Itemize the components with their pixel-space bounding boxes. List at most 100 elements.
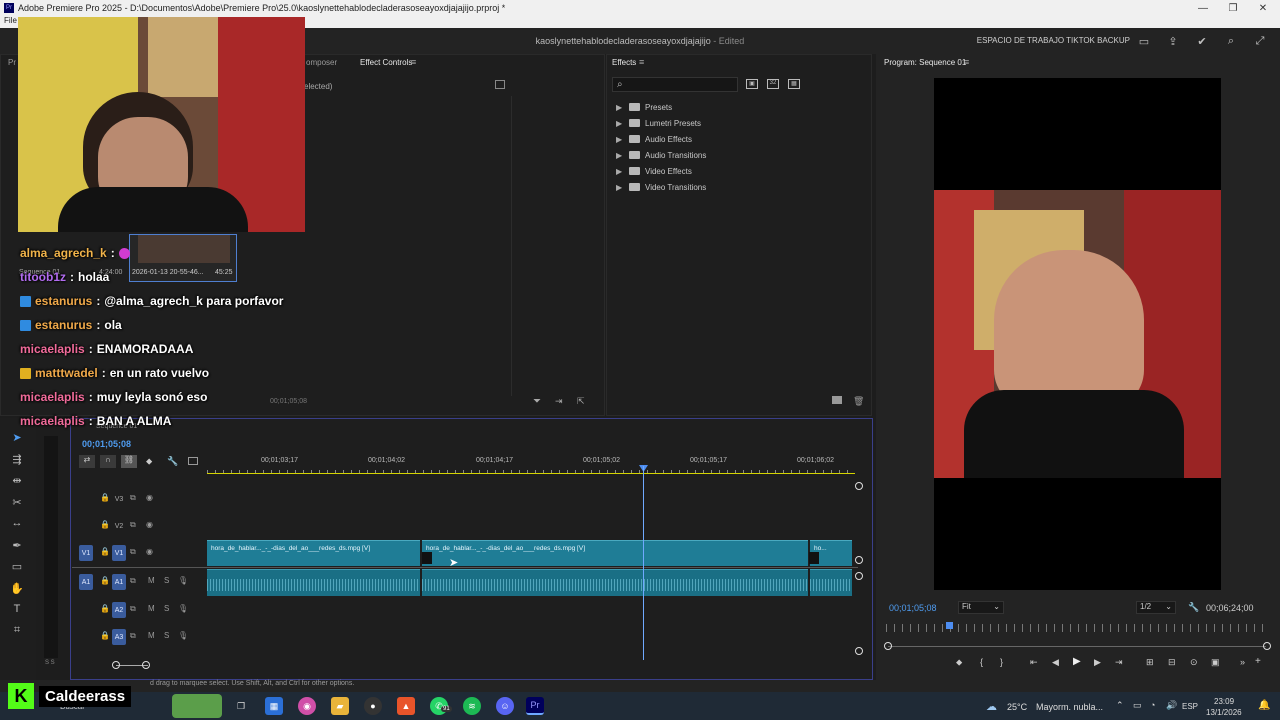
effects-folder-audio-effects[interactable]: ▶ Audio Effects (616, 132, 692, 146)
step-back-icon[interactable]: ◀ (1052, 657, 1059, 668)
project-item-thumbnail[interactable]: 2026-01-13 20-55-46... 45:25 (129, 234, 237, 282)
effects-folder-lumetri[interactable]: ▶ Lumetri Presets (616, 116, 701, 130)
scroll-handle[interactable] (855, 482, 863, 490)
track-label-a3[interactable]: A3 (112, 629, 126, 645)
weather-icon[interactable]: ☁ (986, 700, 997, 713)
spotify-icon[interactable]: ≋ (463, 697, 481, 715)
tab-effect-controls[interactable]: Effect Controls (360, 58, 412, 67)
timeline-settings-icon[interactable]: 🔧 (167, 456, 178, 467)
premiere-taskbar-icon[interactable]: Pr (526, 697, 544, 715)
task-view-icon[interactable]: ❐ (232, 697, 250, 715)
export-frame-icon[interactable]: ⊙ (1190, 657, 1198, 668)
share-icon[interactable]: ⇪ (1166, 34, 1180, 48)
new-bin-icon[interactable] (832, 396, 842, 404)
tab-effects[interactable]: Effects (612, 58, 636, 67)
comparison-view-icon[interactable]: ▣ (1211, 657, 1220, 668)
video-clip[interactable]: hora_de_hablar..._-_-dias_del_ao___redes… (422, 540, 808, 566)
accelerated-effects-icon[interactable]: ▣ (746, 79, 758, 89)
track-label-v2[interactable]: V2 (112, 518, 126, 534)
caption-tool-icon[interactable]: ⌗ (10, 623, 24, 637)
effect-controls-menu-icon[interactable]: ≡ (411, 57, 416, 67)
zoom-level-select[interactable]: Fit ⌄ (958, 601, 1004, 614)
fullscreen-icon[interactable]: ⤢ (1253, 34, 1267, 48)
weather-temp[interactable]: 25°C (1007, 702, 1027, 712)
hand-tool-icon[interactable]: ✋ (10, 581, 24, 595)
sync-lock-icon[interactable]: ⧉ (130, 631, 136, 641)
network-icon[interactable]: ▭ (1133, 700, 1142, 711)
captions-icon[interactable] (188, 457, 198, 465)
eye-icon[interactable]: ◉ (146, 520, 153, 529)
eye-icon[interactable]: ◉ (146, 493, 153, 502)
zoom-handle-left[interactable] (884, 642, 892, 650)
effects-folder-audio-transitions[interactable]: ▶ Audio Transitions (616, 148, 706, 162)
settings-wrench-icon[interactable]: 🔧 (1188, 602, 1199, 613)
language-indicator[interactable]: ESP (1182, 702, 1198, 711)
zoom-handle-left[interactable] (112, 661, 120, 669)
effects-search-input[interactable]: ⌕ (612, 77, 738, 92)
add-button-icon[interactable]: + (1255, 656, 1261, 667)
close-icon[interactable]: ✕ (1248, 0, 1278, 16)
clock-time[interactable]: 23:09 (1214, 697, 1234, 706)
program-timecode[interactable]: 00;01;05;08 (889, 603, 937, 613)
lock-icon[interactable]: 🔒 (100, 547, 110, 556)
solo-icon[interactable]: S (164, 631, 169, 640)
file-explorer-icon[interactable]: ▰ (331, 697, 349, 715)
tab-program[interactable]: Program: Sequence 01 (884, 58, 966, 67)
tab-composer[interactable]: omposer (306, 58, 337, 67)
nest-toggle-icon[interactable]: ⇄ (79, 455, 95, 468)
effects-menu-icon[interactable]: ≡ (639, 57, 644, 67)
sync-lock-icon[interactable]: ⧉ (130, 493, 136, 503)
go-to-in-icon[interactable]: ⇤ (1030, 657, 1038, 668)
discord-icon[interactable]: ☺ (496, 697, 514, 715)
ripple-icon[interactable]: ⇥ (555, 396, 563, 407)
eye-icon[interactable]: ◉ (146, 547, 153, 556)
source-patch-a1[interactable]: A1 (79, 574, 93, 590)
brave-icon[interactable]: ▲ (397, 697, 415, 715)
effects-folder-presets[interactable]: ▶ Presets (616, 100, 672, 114)
export-frame-icon[interactable]: ⇱ (577, 396, 585, 407)
search-icon[interactable]: ⌕ (1224, 34, 1238, 48)
quick-export-icon[interactable]: ✔ (1195, 34, 1209, 48)
track-label-a2[interactable]: A2 (112, 602, 126, 618)
lock-icon[interactable]: 🔒 (100, 604, 110, 613)
timeline-playhead[interactable] (643, 466, 644, 660)
tab-project[interactable]: Pr (8, 58, 16, 67)
zoom-handle-right[interactable] (1263, 642, 1271, 650)
lock-icon[interactable]: 🔒 (100, 576, 110, 585)
solo-icon[interactable]: S (164, 576, 169, 585)
more-controls-icon[interactable]: » (1240, 657, 1245, 667)
delete-icon[interactable]: 🗑 (853, 396, 864, 407)
selection-tool-icon[interactable]: ➤ (10, 430, 24, 444)
mute-icon[interactable]: M (148, 631, 155, 640)
filter-icon[interactable]: ⏷ (533, 396, 541, 407)
snap-icon[interactable]: ∩ (100, 455, 116, 468)
sync-lock-icon[interactable]: ⧉ (130, 576, 136, 586)
ripple-edit-icon[interactable]: ⇹ (10, 473, 24, 487)
go-to-out-icon[interactable]: ⇥ (1115, 657, 1123, 668)
step-forward-icon[interactable]: ▶ (1094, 657, 1101, 668)
transition-thumbnail[interactable] (809, 552, 819, 564)
32bit-effects-icon[interactable]: 32 (767, 79, 779, 89)
clock-date[interactable]: 13/1/2026 (1206, 708, 1242, 717)
volume-icon[interactable]: 🔊 (1166, 700, 1177, 711)
panel-toggle-icon[interactable] (495, 80, 505, 89)
microphone-icon[interactable]: 🎙 (178, 576, 188, 585)
solo-icon[interactable]: S (164, 604, 169, 613)
lock-icon[interactable]: 🔒 (100, 631, 110, 640)
restore-icon[interactable]: ❐ (1218, 0, 1248, 16)
workspace-layout-icon[interactable]: ▭ (1137, 34, 1151, 48)
lock-icon[interactable]: 🔒 (100, 520, 110, 529)
audio-clip[interactable] (810, 569, 852, 596)
work-area-bar[interactable] (207, 473, 855, 474)
sync-lock-icon[interactable]: ⧉ (130, 547, 136, 557)
chevron-up-icon[interactable]: ⌃ (1116, 700, 1124, 711)
yuv-effects-icon[interactable]: ▦ (788, 79, 800, 89)
minimize-icon[interactable]: — (1188, 0, 1218, 16)
pen-tool-icon[interactable]: ✒ (10, 538, 24, 552)
lock-icon[interactable]: 🔒 (100, 493, 110, 502)
video-audio-divider[interactable] (72, 567, 858, 568)
timeline-timecode[interactable]: 00;01;05;08 (82, 439, 131, 449)
scroll-handle[interactable] (855, 572, 863, 580)
extract-icon[interactable]: ⊟ (1168, 657, 1176, 668)
effects-folder-video-transitions[interactable]: ▶ Video Transitions (616, 180, 706, 194)
